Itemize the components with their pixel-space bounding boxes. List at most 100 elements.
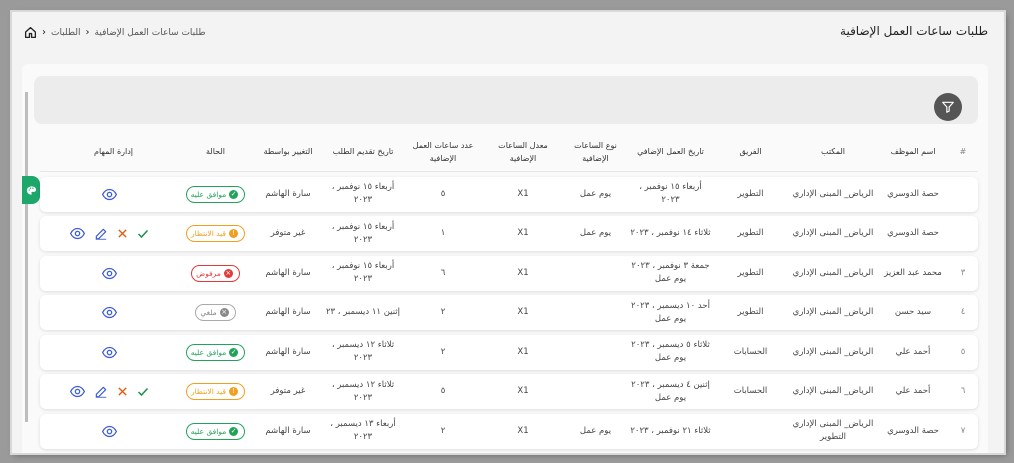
team: التطوير (737, 228, 764, 238)
header-type: نوع الساعات الإضافية (574, 140, 617, 163)
row-number: ٥ (960, 346, 966, 357)
row-number: ٣ (960, 267, 966, 278)
status-label: قيد الانتظار (191, 387, 226, 396)
office: الرياض_ المبنى الإداري (792, 346, 874, 357)
header-date: تاريخ العمل الإضافي (637, 147, 704, 156)
filter-button[interactable] (934, 93, 962, 121)
row-actions (40, 266, 178, 281)
team: الحسابات (733, 386, 768, 396)
office: الرياض_ المبنى الإداري (792, 228, 874, 238)
employee-name: حصة الدوسري (887, 188, 939, 199)
overtime-rate: X1 (517, 188, 529, 199)
page-title: طلبات ساعات العمل الإضافية (840, 24, 988, 38)
view-icon[interactable] (101, 266, 117, 281)
reject-icon[interactable] (117, 386, 128, 397)
home-icon[interactable] (24, 26, 37, 39)
team: التطوير (737, 188, 764, 199)
table-body: حصة الدوسري الرياض_ المبنى الإداري التطوير… (40, 176, 978, 449)
view-icon[interactable] (101, 345, 117, 360)
submitted-date: إثنين ١١ ديسمبر ، ٢٣ (325, 307, 401, 317)
status-badge: ! قيد الانتظار (186, 383, 245, 400)
office: الرياض_ المبنى الإداري (792, 267, 874, 278)
status-icon: ✓ (229, 189, 239, 199)
overtime-date: ثلاثاء ١٤ نوفمبر ، ٢٠٢٣ (630, 228, 711, 238)
status-icon: ✓ (229, 426, 239, 436)
chevron-right-icon: › (42, 27, 46, 38)
approve-icon[interactable] (137, 228, 149, 240)
employee-name: أحمد علي (895, 346, 931, 357)
status-badge: ✓ موافق عليه (185, 422, 246, 440)
filter-icon (942, 101, 954, 113)
status-label: موافق عليه (190, 426, 227, 436)
table-header: # اسم الموظف المكتب الفريق تاريخ العمل ا… (40, 132, 978, 172)
edit-icon[interactable] (94, 227, 108, 241)
submitted-date: أربعاء ١٥ نوفمبر ، ٢٠٢٣ (331, 261, 395, 284)
view-icon[interactable] (69, 226, 85, 241)
overtime-date: جمعة ٣ نوفمبر ، ٢٠٢٣ يوم عمل (631, 261, 710, 284)
table-scroll-indicator (25, 92, 28, 422)
row-actions (40, 424, 178, 439)
overtime-rate: X1 (517, 307, 529, 317)
submitted-date: أربعاء ١٥ نوفمبر ، ٢٠٢٣ (331, 221, 395, 245)
overtime-hours: ١ (440, 228, 446, 238)
table-row: ٥ أحمد علي الرياض_ المبنى الإداري الحسابات ث… (40, 334, 978, 370)
view-icon[interactable] (101, 305, 117, 320)
status-badge: ✓ موافق عليه (185, 343, 246, 361)
overtime-rate: X1 (517, 267, 529, 278)
overtime-type: يوم عمل (579, 228, 612, 238)
overtime-hours: ٥ (440, 386, 446, 396)
row-actions (40, 305, 178, 320)
status-cell: ! قيد الانتظار (178, 225, 253, 242)
edit-icon[interactable] (94, 385, 108, 399)
breadcrumb-parent[interactable]: الطلبات (51, 28, 81, 38)
table-row: ٤ سيد حسن الرياض_ المبنى الإداري التطوير أحد… (40, 295, 978, 330)
view-icon[interactable] (101, 424, 117, 439)
overtime-hours: ٢ (440, 307, 446, 317)
overtime-date: أحد ١٠ ديسمبر ، ٢٠٢٣ يوم عمل (631, 300, 710, 324)
status-badge: ✓ موافق عليه (185, 185, 246, 203)
team: الحسابات (733, 346, 768, 357)
changed-by: سارة الهاشم (265, 267, 311, 278)
status-badge: × مرفوض (191, 264, 240, 282)
header-status: الحالة (206, 147, 225, 156)
header-hours: عدد ساعات العمل الإضافية (412, 140, 474, 163)
header-submitted: تاريخ تقديم الطلب (332, 147, 394, 156)
submitted-date: أربعاء ١٣ ديسمبر ، ٢٠٢٣ (330, 419, 396, 442)
header-office: المكتب (821, 147, 845, 156)
overtime-hours: ٥ (440, 188, 446, 199)
view-icon[interactable] (69, 384, 85, 399)
reject-icon[interactable] (117, 228, 128, 239)
overtime-date: إثنين ٤ ديسمبر ، ٢٠٢٣ يوم عمل (631, 379, 710, 403)
employee-name: حصة الدوسري (887, 228, 939, 238)
changed-by: سارة الهاشم (265, 188, 311, 199)
status-cell: ! قيد الانتظار (178, 383, 253, 400)
changed-by: غير متوفر (270, 228, 306, 238)
approve-icon[interactable] (137, 386, 149, 398)
view-icon[interactable] (101, 187, 117, 202)
status-cell: ✓ موافق عليه (178, 343, 253, 361)
employee-name: سيد حسن (894, 307, 932, 317)
status-badge: ! قيد الانتظار (186, 225, 245, 242)
status-label: قيد الانتظار (191, 229, 226, 238)
overtime-type: يوم عمل (579, 425, 612, 436)
office: الرياض_ المبنى الإداري التطوير (792, 419, 874, 442)
app-window: طلبات ساعات العمل الإضافية › الطلبات › ط… (12, 12, 1004, 453)
status-icon: × (219, 308, 229, 317)
header-changed-by: التغيير بواسطة (263, 147, 313, 156)
side-palette-tab[interactable] (22, 176, 40, 204)
breadcrumb-current: طلبات ساعات العمل الإضافية (94, 27, 206, 38)
status-label: مرفوض (196, 268, 221, 278)
status-label: موافق عليه (190, 347, 227, 357)
row-number: ٧ (960, 425, 966, 436)
status-icon: ! (228, 387, 238, 396)
status-label: موافق عليه (190, 189, 227, 199)
overtime-requests-table: # اسم الموظف المكتب الفريق تاريخ العمل ا… (40, 132, 978, 449)
table-row: حصة الدوسري الرياض_ المبنى الإداري التطوير… (40, 176, 978, 212)
header-team: الفريق (739, 147, 762, 156)
overtime-rate: X1 (517, 425, 529, 436)
row-actions (40, 384, 178, 399)
overtime-type: يوم عمل (579, 188, 612, 199)
status-label: ملغي (200, 308, 217, 317)
filter-panel (34, 76, 978, 124)
status-cell: ✓ موافق عليه (178, 185, 253, 203)
